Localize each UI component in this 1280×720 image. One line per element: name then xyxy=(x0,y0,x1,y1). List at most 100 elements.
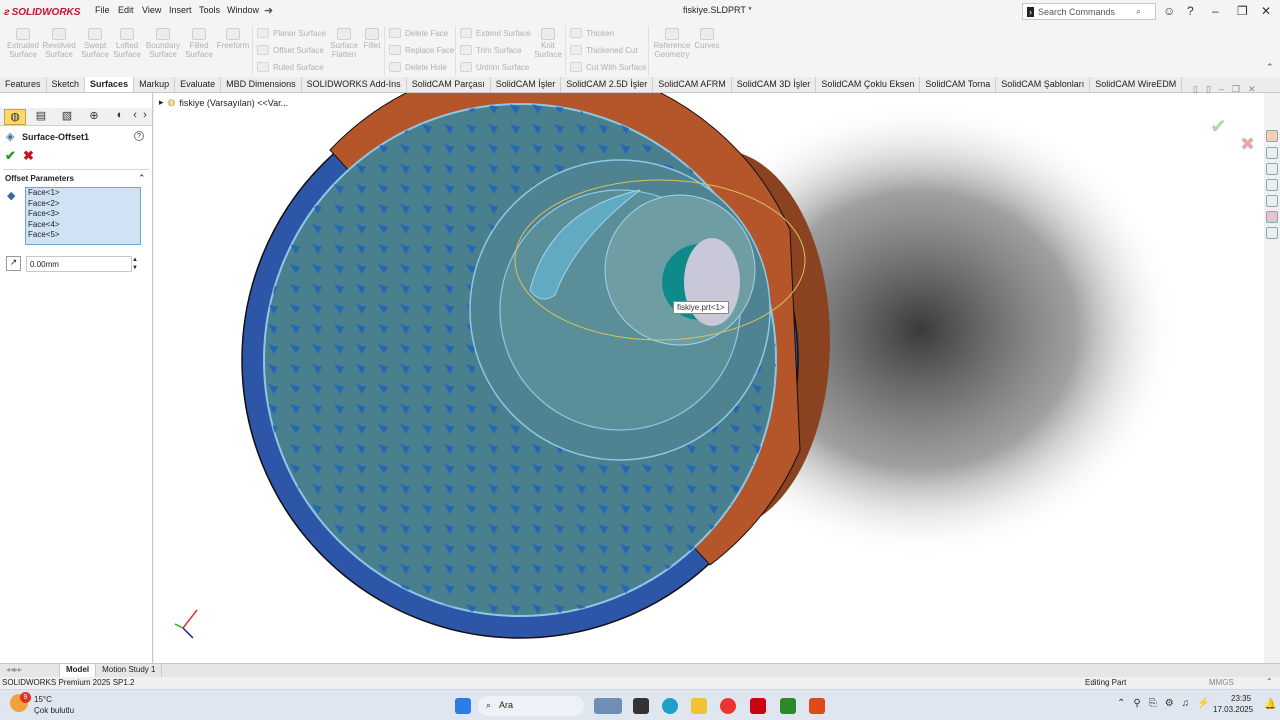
menu-view[interactable]: View xyxy=(142,5,161,15)
list-item[interactable]: Face<1> xyxy=(26,188,140,199)
reference-geometry-button[interactable]: Reference Geometry xyxy=(652,28,692,59)
menu-edit[interactable]: Edit xyxy=(118,5,134,15)
tab-solidcam-coklu[interactable]: SolidCAM Çoklu Eksen xyxy=(816,77,921,92)
search-icon[interactable]: ⌕ xyxy=(1136,6,1141,17)
view-window-controls[interactable]: ▯▯–❐✕ xyxy=(1193,84,1264,95)
ruled-surface-button[interactable]: Ruled Surface xyxy=(257,62,324,72)
boundary-surface-button[interactable]: Boundary Surface xyxy=(144,28,182,59)
tab-solidcam-wireedm[interactable]: SolidCAM WireEDM xyxy=(1090,77,1183,92)
delete-hole-button[interactable]: Delete Hole xyxy=(389,62,447,72)
list-item[interactable]: Face<2> xyxy=(26,199,140,210)
taskbar-search[interactable]: ⌕ Ara xyxy=(478,696,584,716)
freeform-button[interactable]: Freeform xyxy=(216,28,250,50)
expand-arrow-icon[interactable]: ▸ xyxy=(159,97,164,108)
featuremanager-icon[interactable]: ◍ xyxy=(4,109,26,125)
menu-tools[interactable]: Tools xyxy=(199,5,220,15)
app-icon[interactable] xyxy=(809,698,825,714)
collapse-ribbon-icon[interactable]: ⌃ xyxy=(1266,62,1274,73)
display-manager-icon[interactable]: ◐ xyxy=(109,109,131,125)
tab-solidcam-afrm[interactable]: SolidCAM AFRM xyxy=(653,77,732,92)
tab-markup[interactable]: Markup xyxy=(134,77,176,92)
list-item[interactable]: Face<5> xyxy=(26,230,140,241)
tab-solidcam-torna[interactable]: SolidCAM Torna xyxy=(920,77,997,92)
tab-evaluate[interactable]: Evaluate xyxy=(175,77,222,92)
tab-motion-study[interactable]: Motion Study 1 xyxy=(96,664,163,677)
surface-flatten-button[interactable]: Surface Flatten xyxy=(326,28,362,59)
lofted-surface-button[interactable]: Lofted Surface xyxy=(110,28,144,59)
clock-time[interactable]: 23:35 xyxy=(1231,694,1251,703)
close-button[interactable]: ✕ xyxy=(1261,4,1271,18)
untrim-surface-button[interactable]: Untrim Surface xyxy=(460,62,529,72)
cut-with-surface-button[interactable]: Cut With Surface xyxy=(570,62,646,72)
thicken-button[interactable]: Thicken xyxy=(570,28,614,38)
curves-button[interactable]: Curves xyxy=(692,28,722,50)
faces-list[interactable]: Face<1> Face<2> Face<3> Face<4> Face<5> xyxy=(25,187,141,245)
replace-face-button[interactable]: Replace Face xyxy=(389,45,454,55)
revolved-surface-button[interactable]: Revolved Surface xyxy=(42,28,76,59)
knit-surface-button[interactable]: Knit Surface xyxy=(532,28,564,59)
tabs-right-arrow-icon[interactable]: › xyxy=(140,109,150,125)
pin-icon[interactable]: ➜ xyxy=(264,4,273,17)
edge-icon[interactable] xyxy=(662,698,678,714)
task-view-icon[interactable] xyxy=(633,698,649,714)
filled-surface-button[interactable]: Filled Surface xyxy=(182,28,216,59)
tab-mbd-dimensions[interactable]: MBD Dimensions xyxy=(221,77,302,92)
restore-button[interactable]: ❐ xyxy=(1237,4,1248,18)
feature-tree-flyout[interactable]: ▸ ◍ fiskiye (Varsayılan) <<Var... xyxy=(159,97,288,108)
trim-surface-button[interactable]: Trim Surface xyxy=(460,45,522,55)
view-palette-icon[interactable] xyxy=(1266,195,1278,207)
menu-insert[interactable]: Insert xyxy=(169,5,192,15)
tab-solidcam-sablonlari[interactable]: SolidCAM Şablonları xyxy=(996,77,1091,92)
file-explorer-icon[interactable] xyxy=(691,698,707,714)
planar-surface-button[interactable]: Planar Surface xyxy=(257,28,326,38)
minimize-button[interactable]: – xyxy=(1212,4,1219,18)
list-item[interactable]: Face<4> xyxy=(26,220,140,231)
fillet-button[interactable]: Fillet xyxy=(360,28,384,50)
tab-solidcam-25d[interactable]: SolidCAM 2.5D İşler xyxy=(561,77,654,92)
tab-sketch[interactable]: Sketch xyxy=(47,77,86,92)
user-icon[interactable]: ☺ xyxy=(1163,4,1175,18)
ok-button[interactable]: ✔ xyxy=(5,148,16,164)
reverse-direction-icon[interactable]: ↗ xyxy=(6,256,21,271)
cancel-button[interactable]: ✖ xyxy=(23,148,34,164)
solidworks-logo[interactable]: ƨ SOLIDWORKS xyxy=(4,4,80,20)
dimxpert-icon[interactable]: ⊕ xyxy=(83,109,105,125)
extend-surface-button[interactable]: Extend Surface xyxy=(460,28,531,38)
tab-solidcam-3d[interactable]: SolidCAM 3D İşler xyxy=(732,77,817,92)
units-selector[interactable]: MMGS xyxy=(1209,678,1234,687)
chrome-icon[interactable] xyxy=(720,698,736,714)
graphics-area[interactable] xyxy=(154,93,1264,663)
configuration-icon[interactable]: ▧ xyxy=(56,109,78,125)
status-expand-icon[interactable]: ⌃ xyxy=(1266,677,1273,686)
menu-window[interactable]: Window xyxy=(227,5,259,15)
collapse-group-icon[interactable]: ⌃ xyxy=(138,173,146,184)
tab-scroll-controls[interactable]: ◂◂▸▸ xyxy=(0,664,60,677)
solidworks-taskbar-icon[interactable] xyxy=(750,698,766,714)
design-library-icon[interactable] xyxy=(1266,163,1278,175)
confirm-corner-cancel-icon[interactable]: ✖ xyxy=(1240,134,1255,155)
solidcam-icon[interactable] xyxy=(780,698,796,714)
thickened-cut-button[interactable]: Thickened Cut xyxy=(570,45,638,55)
extruded-surface-button[interactable]: Extruded Surface xyxy=(6,28,40,59)
delete-face-button[interactable]: Delete Face xyxy=(389,28,448,38)
menu-file[interactable]: File xyxy=(95,5,110,15)
propertymanager-icon[interactable]: ▤ xyxy=(30,109,52,125)
help-icon[interactable]: ? xyxy=(1187,4,1194,18)
notifications-icon[interactable]: 🔔 xyxy=(1264,699,1276,710)
tray-icons[interactable]: ⌃⚲⎘⚙♫⚡ xyxy=(1117,698,1218,709)
help-icon[interactable]: ? xyxy=(134,131,144,141)
tab-features[interactable]: Features xyxy=(0,77,47,92)
tab-addins[interactable]: SOLIDWORKS Add-Ins xyxy=(302,77,407,92)
list-item[interactable]: Face<3> xyxy=(26,209,140,220)
widgets-icon[interactable] xyxy=(594,698,622,714)
clock-date[interactable]: 17.03.2025 xyxy=(1213,705,1253,714)
confirm-corner-ok-icon[interactable]: ✔ xyxy=(1210,114,1227,139)
swept-surface-button[interactable]: Swept Surface xyxy=(78,28,112,59)
appearances-icon[interactable] xyxy=(1266,211,1278,223)
start-icon[interactable] xyxy=(455,698,471,714)
solidworks-resources-icon[interactable] xyxy=(1266,130,1278,142)
tab-surfaces[interactable]: Surfaces xyxy=(85,77,135,92)
tabs-left-arrow-icon[interactable]: ‹ xyxy=(130,109,140,125)
offset-surface-button[interactable]: Offset Surface xyxy=(257,45,324,55)
file-explorer-icon[interactable] xyxy=(1266,179,1278,191)
